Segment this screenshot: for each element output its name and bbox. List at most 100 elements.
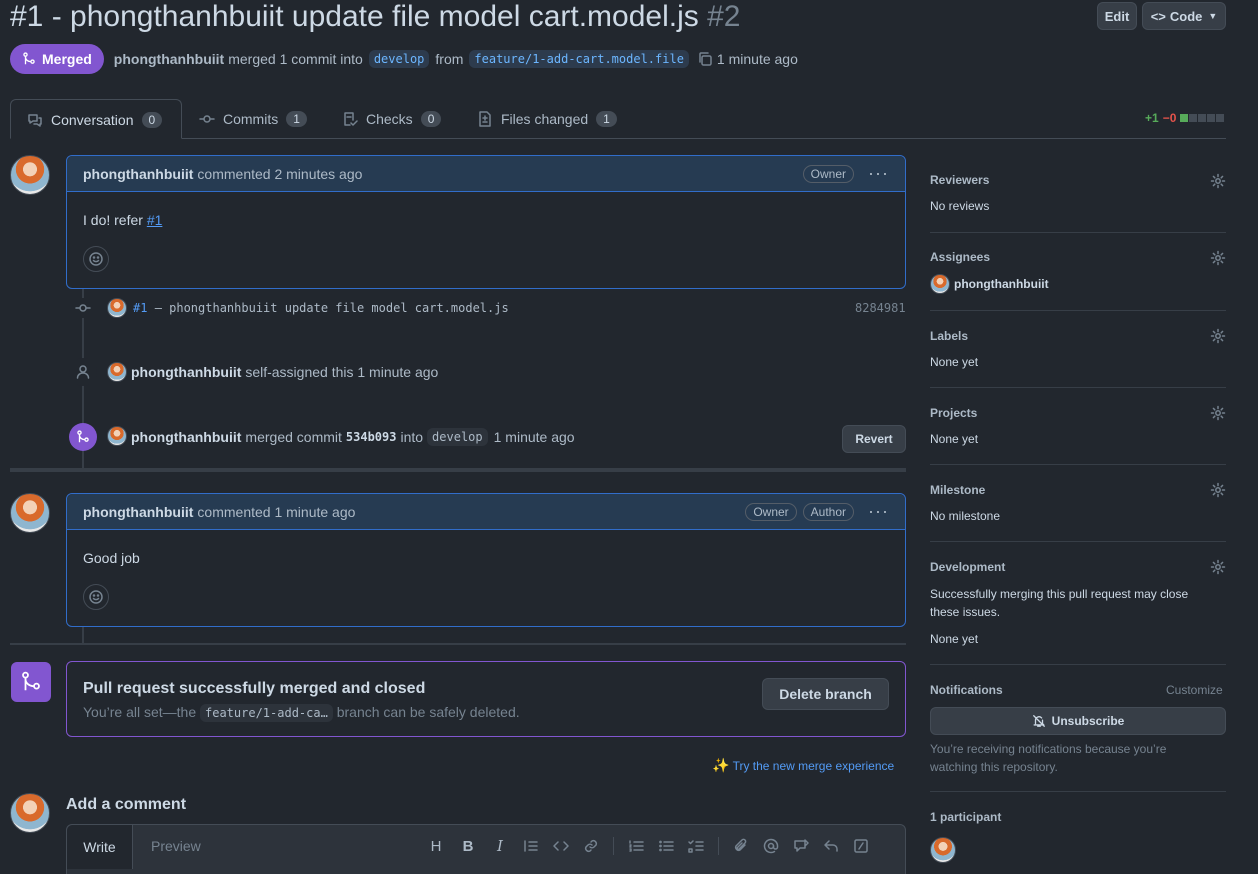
unsubscribe-button[interactable]: Unsubscribe (930, 707, 1226, 735)
link-icon[interactable] (583, 838, 599, 854)
diffstat: +1 −0 (1145, 111, 1225, 125)
gear-icon[interactable] (1210, 559, 1226, 575)
merge-text-1: merged commit (245, 429, 342, 445)
tab-checks[interactable]: Checks 0 (342, 99, 442, 139)
gear-icon[interactable] (1210, 405, 1226, 421)
projects-title[interactable]: Projects (930, 406, 977, 420)
comment-discussion-icon (28, 114, 42, 127)
delete-branch-button[interactable]: Delete branch (762, 678, 889, 710)
issue-link[interactable]: #1 (147, 212, 163, 228)
tab-conversation[interactable]: Conversation 0 (10, 99, 182, 139)
assign-event: phongthanhbuiit self-assigned this 1 min… (131, 364, 438, 380)
smiley-icon (89, 252, 103, 266)
base-branch[interactable]: develop (368, 50, 430, 68)
gear-icon[interactable] (1210, 173, 1226, 189)
sidebar-divider (930, 387, 1226, 388)
labels-title[interactable]: Labels (930, 329, 968, 343)
bell-slash-icon (1032, 715, 1045, 727)
bold-icon[interactable]: B (459, 838, 477, 855)
quote-icon[interactable] (523, 838, 539, 854)
sidebar-divider (930, 310, 1226, 311)
comment-2-meta[interactable]: commented 1 minute ago (197, 504, 355, 520)
heading-icon[interactable]: H (427, 838, 445, 855)
commit-sha[interactable]: 8284981 (855, 301, 906, 315)
tab-conversation-count: 0 (141, 112, 163, 128)
task-list-icon[interactable] (688, 838, 704, 854)
unordered-list-icon[interactable] (658, 838, 674, 854)
comment-2-author[interactable]: phongthanhbuiit (83, 504, 193, 520)
write-tab[interactable]: Write (67, 825, 133, 869)
assignee-name[interactable]: phongthanhbuiit (954, 277, 1049, 291)
customize-link[interactable]: Customize (1166, 683, 1223, 697)
comment-2: phongthanhbuiit commented 1 minute ago O… (66, 493, 906, 627)
code-button[interactable]: <> Code ▼ (1142, 2, 1226, 30)
paperclip-icon[interactable] (733, 838, 749, 854)
milestone-value: No milestone (930, 509, 1001, 523)
tab-conversation-label: Conversation (51, 112, 134, 128)
kebab-menu-icon[interactable]: ··· (868, 163, 889, 184)
commit-icon (75, 304, 91, 312)
avatar[interactable] (10, 155, 50, 195)
cross-reference-icon[interactable] (793, 838, 809, 854)
reviewers-title[interactable]: Reviewers (930, 173, 989, 187)
gear-icon[interactable] (1210, 328, 1226, 344)
avatar[interactable] (107, 298, 127, 318)
pr-title: #1 - phongthanhbuiit update file model c… (10, 0, 699, 33)
add-comment-title: Add a comment (66, 796, 187, 813)
try-merge-link[interactable]: ✨ Try the new merge experience (712, 757, 894, 774)
development-title[interactable]: Development (930, 560, 1005, 574)
merge-icon (22, 671, 40, 691)
try-merge-label: Try the new merge experience (732, 759, 895, 773)
tab-commits[interactable]: Commits 1 (199, 99, 307, 139)
avatar (10, 793, 50, 833)
page-title: #1 - phongthanhbuiit update file model c… (10, 0, 741, 34)
italic-icon[interactable]: I (491, 837, 509, 855)
merged-state-label: Merged (42, 51, 92, 67)
merged-state-badge: Merged (10, 44, 104, 74)
preview-tab[interactable]: Preview (151, 838, 201, 854)
slash-command-icon[interactable] (853, 838, 869, 854)
assignees-title[interactable]: Assignees (930, 250, 990, 264)
comment-1-author[interactable]: phongthanhbuiit (83, 166, 193, 182)
chevron-down-icon: ▼ (1208, 11, 1218, 21)
sparkles-icon: ✨ (712, 757, 730, 773)
from-text: from (435, 51, 464, 67)
avatar[interactable] (107, 426, 127, 446)
merge-icon (77, 430, 89, 443)
diffstat-added: +1 (1145, 111, 1159, 125)
reply-icon[interactable] (823, 838, 839, 854)
commit-ref-link[interactable]: #1 (133, 301, 147, 315)
tab-commits-count: 1 (286, 111, 307, 127)
pr-author[interactable]: phongthanhbuiit (114, 51, 224, 67)
gear-icon[interactable] (1210, 482, 1226, 498)
notifications-title: Notifications (930, 683, 1003, 697)
revert-button[interactable]: Revert (842, 425, 906, 453)
timeline-line-2 (82, 626, 84, 644)
add-reaction-button[interactable] (83, 584, 109, 610)
participant-avatar[interactable] (930, 837, 956, 863)
avatar[interactable] (107, 362, 127, 382)
merge-commit-sha[interactable]: 534b093 (346, 430, 397, 444)
milestone-title[interactable]: Milestone (930, 483, 985, 497)
code-icon[interactable] (553, 838, 569, 854)
tab-files-changed[interactable]: Files changed 1 (477, 99, 617, 139)
merge-text-2: into (400, 429, 424, 445)
assign-author[interactable]: phongthanhbuiit (131, 364, 241, 380)
kebab-menu-icon[interactable]: ··· (868, 501, 889, 522)
comment-1-meta[interactable]: commented 2 minutes ago (197, 166, 362, 182)
mention-icon[interactable] (763, 838, 779, 854)
avatar[interactable] (10, 493, 50, 533)
edit-button[interactable]: Edit (1097, 2, 1137, 30)
add-reaction-button[interactable] (83, 246, 109, 272)
ordered-list-icon[interactable] (628, 838, 644, 854)
reviewers-value: No reviews (930, 199, 990, 213)
merge-branch[interactable]: develop (427, 428, 488, 446)
head-branch[interactable]: feature/1-add-cart.model.file (469, 50, 689, 68)
avatar[interactable] (930, 274, 950, 294)
merge-author[interactable]: phongthanhbuiit (131, 429, 241, 445)
commit-message-text[interactable]: – phongthanhbuiit update file model cart… (155, 301, 509, 315)
checklist-icon (344, 112, 358, 126)
diffstat-bar (1180, 114, 1225, 122)
gear-icon[interactable] (1210, 250, 1226, 266)
copy-icon[interactable] (697, 51, 713, 67)
